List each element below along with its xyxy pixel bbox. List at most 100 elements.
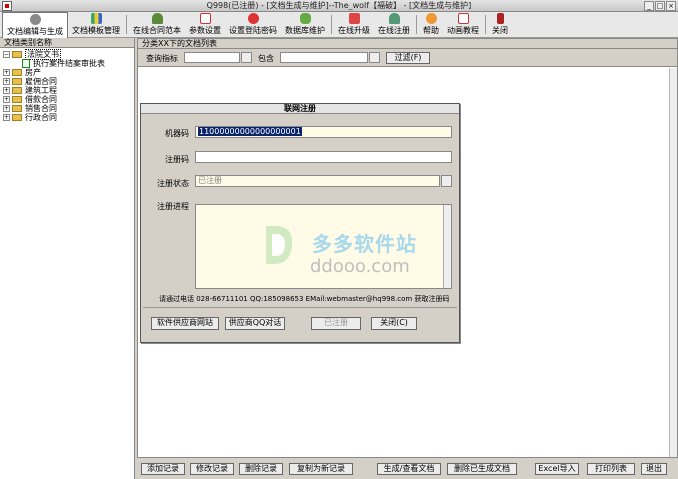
toolbar-template-manage[interactable]: 文档模板管理 (68, 12, 124, 38)
folder-icon (12, 69, 22, 76)
watermark-text-en: ddooo.com (310, 256, 410, 277)
minimize-button[interactable]: _ (644, 1, 654, 11)
reg-progress-label: 注册进程 (157, 202, 189, 211)
vendor-website-button[interactable]: 软件供应商网站 (151, 317, 219, 330)
category-tree: − 法院文书 执行案件结案审批表 + 房产 + 雇佣合同 + 建筑工程 + 借款… (0, 48, 134, 122)
contact-info: 请通过电话 028-66711101 QQ:185098653 EMail:we… (159, 295, 450, 303)
tree-item-loan[interactable]: + 借款合同 (0, 95, 134, 104)
gear-icon (29, 14, 41, 25)
toolbar-separator (485, 15, 486, 34)
main-toolbar: 文档编辑与生成 文档模板管理 在线合同范本 参数设置 设置登陆密码 数据库维护 … (0, 12, 678, 38)
filter-bar: 查询指标 包含 过滤(F) (138, 49, 677, 67)
list-scrollbar[interactable] (669, 68, 677, 457)
watermark-logo-icon (266, 226, 293, 264)
tree-item-construction[interactable]: + 建筑工程 (0, 86, 134, 95)
exit-button[interactable]: 退出 (641, 463, 667, 475)
toolbar-help[interactable]: 帮助 (419, 12, 443, 38)
tree-item-administrative[interactable]: + 行政合同 (0, 113, 134, 122)
folder-icon (12, 87, 22, 94)
expand-icon[interactable]: + (3, 78, 10, 85)
query-field-input[interactable] (184, 52, 240, 63)
close-window-button[interactable]: × (666, 1, 676, 11)
delete-generated-button[interactable]: 删除已生成文档 (447, 463, 517, 475)
copy-record-button[interactable]: 复制为新记录 (289, 463, 353, 475)
window-controls: _ □ × (644, 1, 676, 11)
delete-record-button[interactable]: 删除记录 (239, 463, 283, 475)
registered-button[interactable]: 已注册 (311, 317, 361, 330)
tree-item-label: 销售合同 (25, 104, 57, 113)
toolbar-settings[interactable]: 参数设置 (185, 12, 225, 38)
excel-import-button[interactable]: Excel导入 (535, 463, 579, 475)
dialog-title: 联网注册 (141, 104, 459, 114)
expand-icon[interactable]: + (3, 87, 10, 94)
tree-item-label: 借款合同 (25, 95, 57, 104)
tree-item-employment[interactable]: + 雇佣合同 (0, 77, 134, 86)
tree-item-label: 房产 (25, 68, 41, 77)
tree-item-execution-form[interactable]: 执行案件结案审批表 (0, 59, 134, 68)
toolbar-online-register[interactable]: 在线注册 (374, 12, 414, 38)
collapse-icon[interactable]: − (3, 51, 10, 58)
title-bar: Q998(已注册) - [文档生成与维护]--The_wolf【福破】 - [文… (0, 0, 678, 12)
toolbar-set-password[interactable]: 设置登陆密码 (225, 12, 281, 38)
toolbar-separator (331, 15, 332, 34)
tree-item-property[interactable]: + 房产 (0, 68, 134, 77)
contains-input[interactable] (280, 52, 368, 63)
machine-code-label: 机器码 (165, 129, 189, 138)
folder-icon (12, 114, 22, 121)
vendor-qq-button[interactable]: 供应商QQ对话 (225, 317, 285, 330)
edit-record-button[interactable]: 修改记录 (190, 463, 234, 475)
query-label: 查询指标 (146, 54, 178, 63)
tree-item-label: 雇佣合同 (25, 77, 57, 86)
machine-code-field[interactable]: 11000000000000000001 (195, 126, 452, 138)
tutorial-icon (457, 13, 469, 24)
generate-document-button[interactable]: 生成/查看文档 (377, 463, 441, 475)
toolbar-online-upgrade[interactable]: 在线升级 (334, 12, 374, 38)
window-title: Q998(已注册) - [文档生成与维护]--The_wolf【福破】 - [文… (206, 1, 472, 10)
tree-item-label: 执行案件结案审批表 (33, 59, 105, 68)
upgrade-icon (348, 13, 360, 24)
expand-icon[interactable]: + (3, 105, 10, 112)
reg-status-picker[interactable] (441, 175, 452, 187)
toolbar-tutorial[interactable]: 动画教程 (443, 12, 483, 38)
contains-label: 包含 (258, 54, 274, 63)
folder-icon (12, 105, 22, 112)
maximize-button[interactable]: □ (655, 1, 665, 11)
watermark: 多多软件站 ddooo.com (262, 218, 442, 278)
tree-item-sales[interactable]: + 销售合同 (0, 104, 134, 113)
progress-scrollbar[interactable] (443, 205, 451, 288)
reg-code-label: 注册码 (165, 155, 189, 164)
watermark-text-cn: 多多软件站 (312, 232, 417, 256)
help-icon (425, 13, 437, 24)
toolbar-doc-edit[interactable]: 文档编辑与生成 (2, 12, 68, 38)
expand-icon[interactable]: + (3, 96, 10, 103)
query-field-picker[interactable] (241, 52, 252, 63)
toolbar-online-contracts[interactable]: 在线合同范本 (129, 12, 185, 38)
toolbar-db-maintenance[interactable]: 数据库维护 (281, 12, 329, 38)
people-icon (299, 13, 311, 24)
add-record-button[interactable]: 添加记录 (141, 463, 185, 475)
dialog-divider (143, 307, 457, 308)
reg-status-label: 注册状态 (157, 179, 189, 188)
reg-code-input[interactable] (195, 151, 452, 163)
tree-item-court-docs[interactable]: − 法院文书 (0, 49, 134, 60)
chart-icon (90, 13, 102, 24)
dialog-close-button[interactable]: 关闭(C) (371, 317, 417, 330)
print-list-button[interactable]: 打印列表 (587, 463, 635, 475)
toolbar-separator (416, 15, 417, 34)
machine-code-value: 11000000000000000001 (198, 127, 302, 136)
expand-icon[interactable]: + (3, 114, 10, 121)
key-icon (247, 13, 259, 24)
close-icon (496, 13, 504, 24)
expand-icon[interactable]: + (3, 69, 10, 76)
filter-button[interactable]: 过滤(F) (386, 52, 430, 64)
register-icon (388, 13, 400, 24)
toolbar-separator (126, 15, 127, 34)
category-panel: 文档类别名称 − 法院文书 执行案件结案审批表 + 房产 + 雇佣合同 + 建筑… (0, 38, 135, 479)
reg-status-field: 已注册 (195, 175, 440, 187)
document-list-title: 分类XX下的文档列表 (138, 39, 677, 49)
toolbar-close[interactable]: 关闭 (488, 12, 512, 38)
tree-item-label: 行政合同 (25, 113, 57, 122)
tree-item-label: 建筑工程 (25, 86, 57, 95)
document-icon (22, 59, 30, 68)
contains-picker[interactable] (369, 52, 380, 63)
